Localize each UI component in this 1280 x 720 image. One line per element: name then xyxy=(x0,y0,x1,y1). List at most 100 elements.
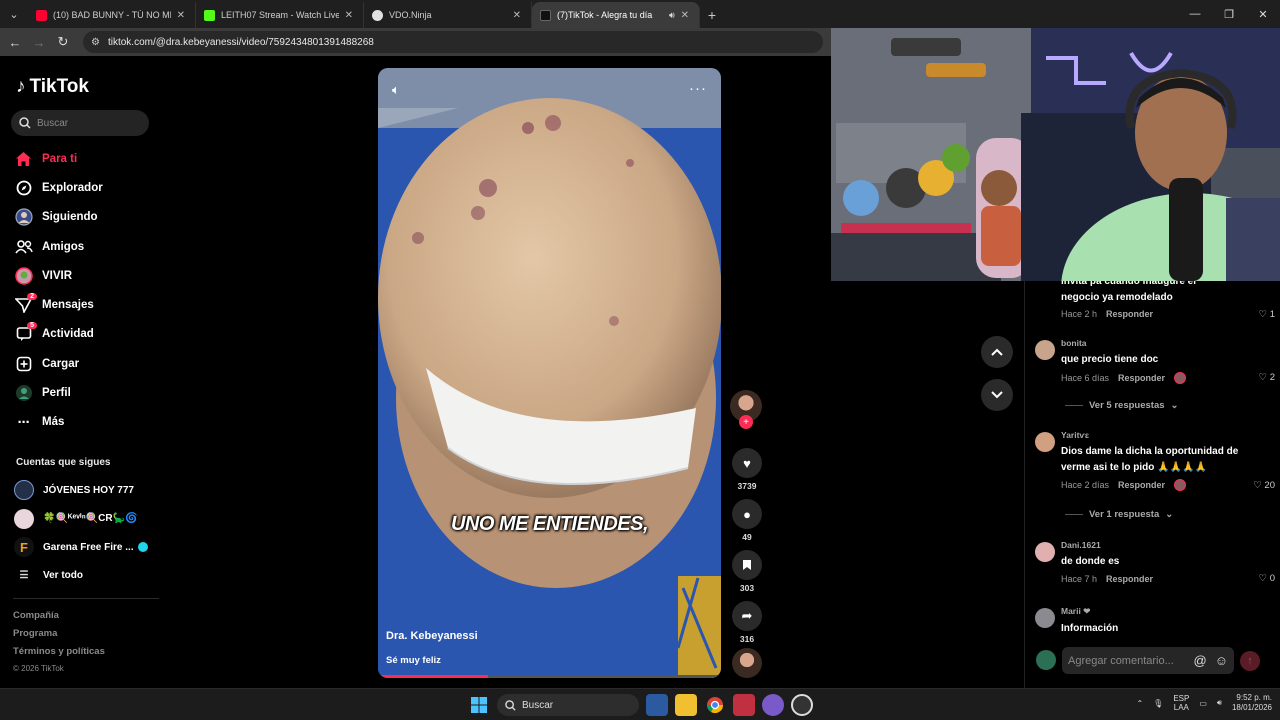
chrome-icon[interactable] xyxy=(704,694,726,716)
language-indicator[interactable]: ESP LAA xyxy=(1173,694,1189,713)
footer-link[interactable]: Programa xyxy=(13,628,105,646)
nav-item-vivir[interactable]: VIVIR xyxy=(14,261,103,290)
more-options-icon[interactable]: ··· xyxy=(689,80,707,97)
divider xyxy=(1065,514,1083,515)
send-comment-button[interactable]: ↑ xyxy=(1240,651,1260,671)
footer-links: Compañía Programa Términos y políticas ©… xyxy=(13,610,105,682)
tiktok-logo[interactable]: ♪ TikTok xyxy=(16,76,89,98)
network-icon[interactable]: ▭ xyxy=(1199,699,1207,708)
following-item[interactable]: F Garena Free Fire ... xyxy=(14,533,148,562)
nav-label: Para ti xyxy=(42,152,78,165)
obs-icon[interactable] xyxy=(791,694,813,716)
reply-button[interactable]: Responder xyxy=(1118,480,1165,490)
next-video-button[interactable] xyxy=(981,379,1013,411)
close-window-icon[interactable]: ✕ xyxy=(1246,0,1280,28)
comment-like-button[interactable]: ♡ 0 xyxy=(1259,573,1275,584)
emoji-icon[interactable]: ☺ xyxy=(1215,653,1228,668)
nav-item-explorador[interactable]: Explorador xyxy=(14,173,103,202)
close-icon[interactable]: ✕ xyxy=(177,10,185,21)
nav-item-para-ti[interactable]: Para ti xyxy=(14,144,103,173)
comment-like-button[interactable]: ♡ 1 xyxy=(1259,309,1275,320)
browser-tab-4[interactable]: (7)TikTok - Alegra tu día 🔊︎ ✕ xyxy=(532,2,700,28)
discord-icon[interactable] xyxy=(762,694,784,716)
avatar[interactable] xyxy=(1035,340,1055,360)
follow-plus-icon[interactable]: + xyxy=(739,415,753,429)
heart-icon: ♥ xyxy=(732,448,762,478)
music-disc-avatar[interactable] xyxy=(732,648,762,678)
nav-item-mensajes[interactable]: 2 Mensajes xyxy=(14,290,103,319)
footer-link[interactable]: Términos y políticas xyxy=(13,646,105,664)
reply-button[interactable]: Responder xyxy=(1118,373,1165,383)
clock[interactable]: 9:52 p. m. 18/01/2026 xyxy=(1232,693,1272,714)
speaker-icon[interactable]: 🔊︎ xyxy=(669,10,675,21)
reload-button[interactable]: ↻ xyxy=(51,28,75,56)
nav-item-actividad[interactable]: 5 Actividad xyxy=(14,320,103,349)
nav-item-siguiendo[interactable]: Siguiendo xyxy=(14,203,103,232)
view-replies-button[interactable]: Ver 1 respuesta ⌄ xyxy=(1065,509,1173,520)
reply-button[interactable]: Responder xyxy=(1106,574,1153,584)
previous-video-button[interactable] xyxy=(981,336,1013,368)
comment-like-button[interactable]: ♡ 2 xyxy=(1259,372,1275,383)
avatar[interactable] xyxy=(1035,608,1055,628)
following-item[interactable]: 🍀🍭ᴷᵉᵛⁱⁿ🍭CR🦕🌀 xyxy=(14,505,148,534)
share-count: 316 xyxy=(739,634,755,644)
nav-item-amigos[interactable]: Amigos xyxy=(14,232,103,261)
forward-button[interactable]: → xyxy=(27,28,51,56)
video-progress-bar[interactable] xyxy=(378,675,721,678)
close-icon[interactable]: ✕ xyxy=(681,10,689,21)
browser-tab-3[interactable]: VDO.Ninja ✕ xyxy=(364,2,532,28)
microphone-icon[interactable]: 🎙︎ xyxy=(1153,699,1163,708)
like-button[interactable]: ♥ 3739 xyxy=(730,448,764,491)
volume-icon[interactable]: 🔊︎ xyxy=(1217,698,1222,708)
nav-item-perfil[interactable]: Perfil xyxy=(14,378,103,407)
site-info-icon[interactable]: ⚙ xyxy=(91,37,100,48)
close-icon[interactable]: ✕ xyxy=(513,10,521,21)
avatar[interactable] xyxy=(1035,542,1055,562)
browser-tab-2[interactable]: LEITH07 Stream - Watch Live o ✕ xyxy=(196,2,364,28)
nav-label: Cargar xyxy=(42,357,80,370)
windows-start-icon[interactable] xyxy=(468,694,490,716)
footer-link[interactable]: Compañía xyxy=(13,610,105,628)
store-icon[interactable] xyxy=(646,694,668,716)
search-input[interactable]: Buscar xyxy=(11,110,149,136)
mention-icon[interactable]: @ xyxy=(1194,653,1207,668)
comment-button[interactable]: ● 49 xyxy=(730,499,764,542)
search-placeholder: Buscar xyxy=(37,117,69,129)
volume-icon[interactable]: 🔈︎ xyxy=(392,82,400,98)
minimize-icon[interactable]: — xyxy=(1178,0,1212,28)
share-button[interactable]: ➦ 316 xyxy=(730,601,764,644)
comment-username[interactable]: Marii ❤ xyxy=(1035,606,1275,617)
comment-username[interactable]: bonita xyxy=(1035,338,1275,348)
restore-icon[interactable]: ❐ xyxy=(1212,0,1246,28)
comment-like-button[interactable]: ♡ 20 xyxy=(1253,480,1275,491)
comment-username[interactable]: Yaritѵɛ xyxy=(1035,430,1275,440)
app-icon[interactable] xyxy=(733,694,755,716)
url-text: tiktok.com/@dra.kebeyanessi/video/759243… xyxy=(107,36,374,48)
following-item[interactable]: JÓVENES HOY 777 xyxy=(14,476,148,505)
tab-search-button[interactable]: ⌄ xyxy=(0,0,28,28)
save-button[interactable]: 303 xyxy=(730,550,764,593)
close-icon[interactable]: ✕ xyxy=(345,10,353,21)
video-player[interactable]: 🔈︎ ··· UNO ME ENTIENDES, Dra. Kebeyaness… xyxy=(378,68,721,678)
comment-item: bonita que precio tiene doc Hace 6 días … xyxy=(1035,338,1275,384)
chevron-up-icon[interactable]: ⌃ xyxy=(1136,699,1143,708)
avatar[interactable] xyxy=(1035,432,1055,452)
file-explorer-icon[interactable] xyxy=(675,694,697,716)
browser-tab-1[interactable]: (10) BAD BUNNY - TÚ NO METI ✕ xyxy=(28,2,196,28)
taskbar-search[interactable]: Buscar xyxy=(497,694,639,716)
compass-icon xyxy=(14,178,33,197)
new-tab-button[interactable]: + xyxy=(700,2,724,28)
nav-item-mas[interactable]: ··· Más xyxy=(14,408,103,437)
view-replies-button[interactable]: Ver 5 respuestas ⌄ xyxy=(1065,400,1179,411)
comment-username[interactable]: Dani.1621 xyxy=(1035,540,1275,550)
comment-input[interactable]: Agregar comentario... @ ☺ xyxy=(1062,647,1234,674)
clock-date: 18/01/2026 xyxy=(1231,703,1272,713)
url-field[interactable]: ⚙ tiktok.com/@dra.kebeyanessi/video/7592… xyxy=(83,31,823,53)
creator-avatar[interactable]: + xyxy=(730,390,762,429)
globe-favicon-icon xyxy=(372,9,383,21)
reply-button[interactable]: Responder xyxy=(1106,309,1153,319)
see-all-link[interactable]: ☰ Ver todo xyxy=(14,562,148,591)
nav-item-cargar[interactable]: Cargar xyxy=(14,349,103,378)
back-button[interactable]: ← xyxy=(3,28,27,56)
video-author[interactable]: Dra. Kebeyanessi xyxy=(386,630,478,642)
